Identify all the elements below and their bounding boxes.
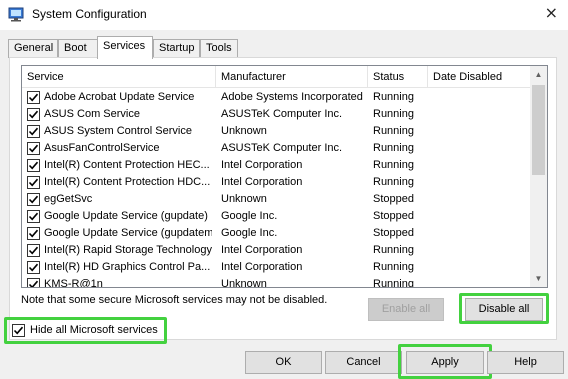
table-row[interactable]: AsusFanControlService ASUSTeK Computer In… bbox=[22, 140, 532, 157]
table-row[interactable]: Intel(R) Content Protection HDC... Intel … bbox=[22, 174, 532, 191]
hide-microsoft-checkbox[interactable] bbox=[12, 324, 25, 337]
service-status: Running bbox=[373, 108, 414, 120]
column-manufacturer[interactable]: Manufacturer bbox=[216, 66, 368, 88]
service-status: Stopped bbox=[373, 193, 414, 205]
tab-tools[interactable]: Tools bbox=[200, 39, 238, 58]
service-status: Running bbox=[373, 244, 414, 256]
services-list[interactable]: Service Manufacturer Status Date Disable… bbox=[21, 65, 548, 288]
service-checkbox[interactable] bbox=[27, 278, 40, 287]
table-row[interactable]: Intel(R) HD Graphics Control Pa... Intel … bbox=[22, 259, 532, 276]
vertical-scrollbar[interactable]: ▲ ▼ bbox=[530, 66, 547, 287]
service-status: Running bbox=[373, 176, 414, 188]
apply-button[interactable]: Apply bbox=[406, 351, 484, 374]
service-manufacturer: ASUSTeK Computer Inc. bbox=[221, 108, 343, 120]
service-checkbox[interactable] bbox=[27, 91, 40, 104]
column-service[interactable]: Service bbox=[22, 66, 216, 88]
service-checkbox[interactable] bbox=[27, 261, 40, 274]
service-name: egGetSvc bbox=[44, 193, 93, 205]
tab-startup[interactable]: Startup bbox=[153, 39, 200, 58]
scroll-down-icon[interactable]: ▼ bbox=[530, 270, 547, 287]
service-checkbox[interactable] bbox=[27, 244, 40, 257]
table-row[interactable]: Adobe Acrobat Update Service Adobe System… bbox=[22, 89, 532, 106]
service-status: Running bbox=[373, 261, 414, 273]
service-manufacturer: Intel Corporation bbox=[221, 261, 303, 273]
list-header: Service Manufacturer Status Date Disable… bbox=[22, 66, 532, 88]
scroll-thumb[interactable] bbox=[532, 85, 545, 175]
table-row[interactable]: Intel(R) Content Protection HEC... Intel … bbox=[22, 157, 532, 174]
service-name: Intel(R) HD Graphics Control Pa... bbox=[44, 261, 211, 273]
enable-all-button[interactable]: Enable all bbox=[368, 298, 444, 321]
service-status: Stopped bbox=[373, 210, 414, 222]
help-button[interactable]: Help bbox=[487, 351, 564, 374]
system-configuration-icon bbox=[8, 6, 24, 22]
service-manufacturer: Google Inc. bbox=[221, 227, 278, 239]
service-manufacturer: Unknown bbox=[221, 278, 267, 288]
close-icon[interactable]: × bbox=[545, 3, 558, 22]
service-checkbox[interactable] bbox=[27, 142, 40, 155]
service-status: Running bbox=[373, 159, 414, 171]
window-title: System Configuration bbox=[32, 7, 147, 21]
service-manufacturer: Google Inc. bbox=[221, 210, 278, 222]
scroll-up-icon[interactable]: ▲ bbox=[530, 66, 547, 83]
title-bar: System Configuration × bbox=[0, 0, 568, 30]
table-row[interactable]: KMS-R@1n Unknown Running bbox=[22, 276, 532, 288]
table-row[interactable]: ASUS System Control Service Unknown Runnin… bbox=[22, 123, 532, 140]
service-name: Google Update Service (gupdate) bbox=[44, 210, 208, 222]
table-row[interactable]: Google Update Service (gupdatem) Google I… bbox=[22, 225, 532, 242]
tab-services[interactable]: Services bbox=[97, 36, 153, 59]
service-checkbox[interactable] bbox=[27, 176, 40, 189]
service-status: Running bbox=[373, 278, 414, 288]
service-checkbox[interactable] bbox=[27, 108, 40, 121]
service-name: Intel(R) Content Protection HEC... bbox=[44, 159, 210, 171]
service-manufacturer: ASUSTeK Computer Inc. bbox=[221, 142, 343, 154]
service-checkbox[interactable] bbox=[27, 210, 40, 223]
secure-services-note: Note that some secure Microsoft services… bbox=[21, 294, 328, 306]
service-manufacturer: Intel Corporation bbox=[221, 244, 303, 256]
service-status: Stopped bbox=[373, 227, 414, 239]
service-name: ASUS Com Service bbox=[44, 108, 140, 120]
column-status[interactable]: Status bbox=[368, 66, 428, 88]
service-manufacturer: Intel Corporation bbox=[221, 176, 303, 188]
tab-boot[interactable]: Boot bbox=[58, 39, 98, 58]
service-manufacturer: Intel Corporation bbox=[221, 159, 303, 171]
service-manufacturer: Adobe Systems Incorporated bbox=[221, 91, 363, 103]
cancel-button[interactable]: Cancel bbox=[325, 351, 402, 374]
table-row[interactable]: egGetSvc Unknown Stopped bbox=[22, 191, 532, 208]
service-name: Intel(R) Content Protection HDC... bbox=[44, 176, 211, 188]
table-row[interactable]: Intel(R) Rapid Storage Technology Intel C… bbox=[22, 242, 532, 259]
service-name: AsusFanControlService bbox=[44, 142, 160, 154]
tab-general[interactable]: General bbox=[8, 39, 58, 58]
hide-microsoft-label: Hide all Microsoft services bbox=[30, 324, 158, 336]
disable-all-button[interactable]: Disable all bbox=[465, 298, 543, 321]
service-checkbox[interactable] bbox=[27, 125, 40, 138]
dialog-body: General Boot Services Startup Tools Serv… bbox=[0, 30, 568, 379]
service-manufacturer: Unknown bbox=[221, 125, 267, 137]
service-manufacturer: Unknown bbox=[221, 193, 267, 205]
service-status: Running bbox=[373, 125, 414, 137]
service-name: Adobe Acrobat Update Service bbox=[44, 91, 195, 103]
service-checkbox[interactable] bbox=[27, 159, 40, 172]
table-row[interactable]: ASUS Com Service ASUSTeK Computer Inc. Run… bbox=[22, 106, 532, 123]
ok-button[interactable]: OK bbox=[245, 351, 322, 374]
service-name: KMS-R@1n bbox=[44, 278, 103, 288]
service-checkbox[interactable] bbox=[27, 193, 40, 206]
service-name: ASUS System Control Service bbox=[44, 125, 192, 137]
services-panel: Service Manufacturer Status Date Disable… bbox=[9, 57, 557, 340]
service-name: Google Update Service (gupdatem) bbox=[44, 227, 212, 239]
table-row[interactable]: Google Update Service (gupdate) Google In… bbox=[22, 208, 532, 225]
service-name: Intel(R) Rapid Storage Technology bbox=[44, 244, 212, 256]
service-rows: Adobe Acrobat Update Service Adobe System… bbox=[22, 89, 532, 288]
column-date-disabled[interactable]: Date Disabled bbox=[428, 66, 532, 88]
service-checkbox[interactable] bbox=[27, 227, 40, 240]
service-status: Running bbox=[373, 91, 414, 103]
service-status: Running bbox=[373, 142, 414, 154]
